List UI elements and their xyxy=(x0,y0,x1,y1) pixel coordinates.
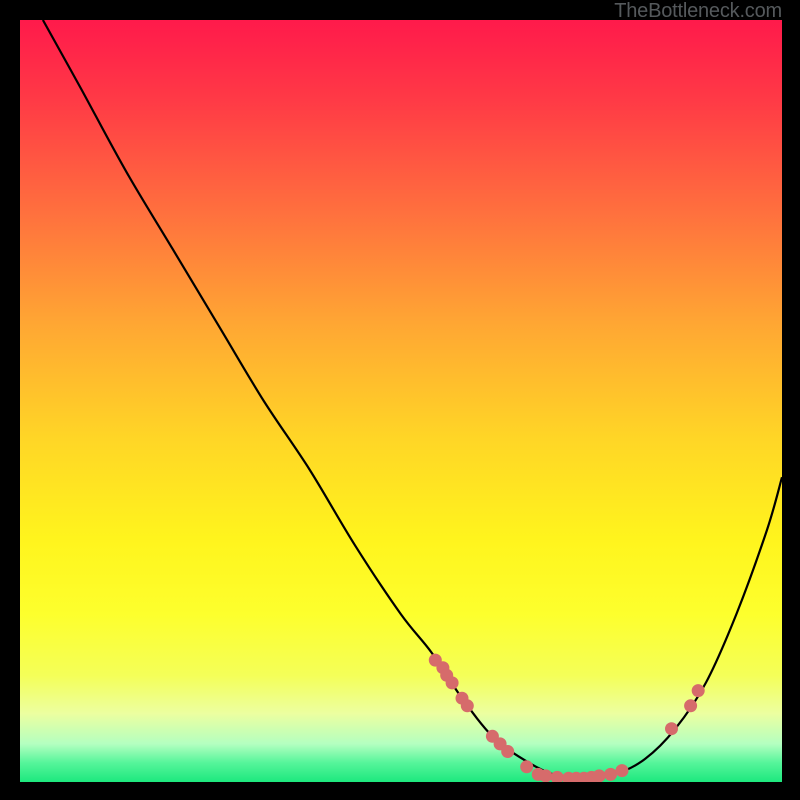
gradient-background xyxy=(20,20,782,782)
chart-plot-area xyxy=(20,20,782,782)
watermark-label: TheBottleneck.com xyxy=(614,0,782,23)
